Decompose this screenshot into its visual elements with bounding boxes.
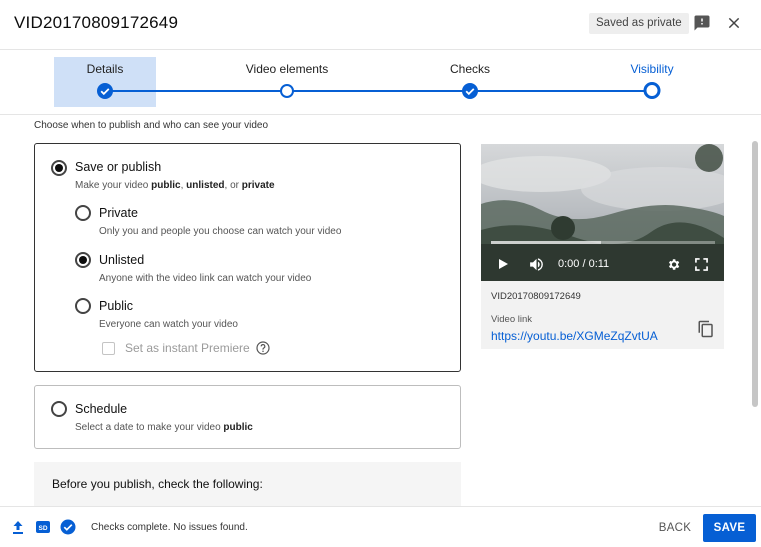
settings-gear-icon[interactable] [664, 255, 682, 273]
unlisted-radio[interactable] [75, 252, 91, 268]
checks-complete-icon [60, 519, 76, 535]
content-scrollbar[interactable] [752, 141, 758, 407]
before-publish-heading: Before you publish, check the following: [52, 477, 263, 491]
step-node-visibility[interactable] [643, 82, 661, 99]
instant-premiere-checkbox[interactable] [102, 342, 115, 355]
dialog-header: VID20170809172649 Saved as private [0, 0, 761, 50]
step-node-video-elements[interactable] [280, 84, 294, 98]
public-option-desc: Everyone can watch your video [99, 319, 238, 330]
step-label-checks: Checks [449, 62, 491, 76]
schedule-card[interactable]: Schedule Select a date to make your vide… [34, 385, 461, 449]
saved-status-badge: Saved as private [589, 13, 689, 34]
public-radio[interactable] [75, 298, 91, 314]
copy-icon[interactable] [697, 320, 715, 338]
save-button[interactable]: SAVE [703, 514, 756, 542]
play-icon[interactable] [495, 256, 511, 272]
volume-icon[interactable] [527, 255, 545, 273]
save-or-publish-title: Save or publish [75, 160, 162, 174]
private-option-title: Private [99, 206, 138, 220]
step-label-video-elements: Video elements [245, 62, 329, 76]
schedule-title: Schedule [75, 402, 128, 416]
save-or-publish-desc: Make your video public, unlisted, or pri… [75, 180, 275, 191]
fullscreen-icon[interactable] [693, 256, 709, 272]
upload-stepper: Details Video elements Checks Visibility [0, 51, 761, 115]
instant-premiere-label: Set as instant Premiere [125, 341, 250, 355]
dialog-footer: SD Checks complete. No issues found. BAC… [0, 506, 761, 547]
feedback-icon[interactable] [691, 12, 713, 34]
video-time: 0:00 / 0:11 [558, 258, 610, 270]
video-link[interactable]: https://youtu.be/XGMeZqZvtUA [491, 329, 658, 343]
check-icon [465, 88, 475, 96]
schedule-desc: Select a date to make your video public [75, 422, 253, 433]
help-icon[interactable] [256, 341, 270, 355]
check-icon [100, 88, 110, 96]
video-buffer-bar [491, 241, 601, 244]
video-preview-panel: 0:00 / 0:11 VID20170809172649 Video link… [481, 144, 724, 349]
schedule-radio[interactable] [51, 401, 67, 417]
stepper-line [105, 90, 652, 92]
video-filename: VID20170809172649 [491, 291, 581, 302]
video-player[interactable]: 0:00 / 0:11 [481, 144, 724, 281]
checks-status-text: Checks complete. No issues found. [91, 522, 248, 533]
public-option-title: Public [99, 299, 134, 313]
step-node-checks[interactable] [462, 83, 478, 99]
video-title: VID20170809172649 [14, 13, 179, 32]
svg-text:SD: SD [38, 525, 47, 532]
unlisted-option-desc: Anyone with the video link can watch you… [99, 273, 312, 284]
save-or-publish-radio[interactable] [51, 160, 67, 176]
private-radio[interactable] [75, 205, 91, 221]
before-publish-box: Before you publish, check the following: [34, 462, 461, 506]
video-progress-bar[interactable] [491, 241, 715, 244]
close-icon[interactable] [723, 12, 745, 34]
private-option-desc: Only you and people you choose can watch… [99, 226, 342, 237]
back-button[interactable]: BACK [651, 514, 699, 542]
step-label-details: Details [86, 62, 124, 76]
save-or-publish-card[interactable]: Save or publish Make your video public, … [34, 143, 461, 372]
sd-quality-icon: SD [35, 519, 51, 535]
visibility-subtitle: Choose when to publish and who can see y… [34, 120, 269, 131]
video-link-label: Video link [491, 314, 533, 325]
upload-icon [10, 519, 26, 535]
step-label-visibility: Visibility [630, 62, 674, 76]
unlisted-option-title: Unlisted [99, 253, 145, 267]
step-node-details[interactable] [97, 83, 113, 99]
